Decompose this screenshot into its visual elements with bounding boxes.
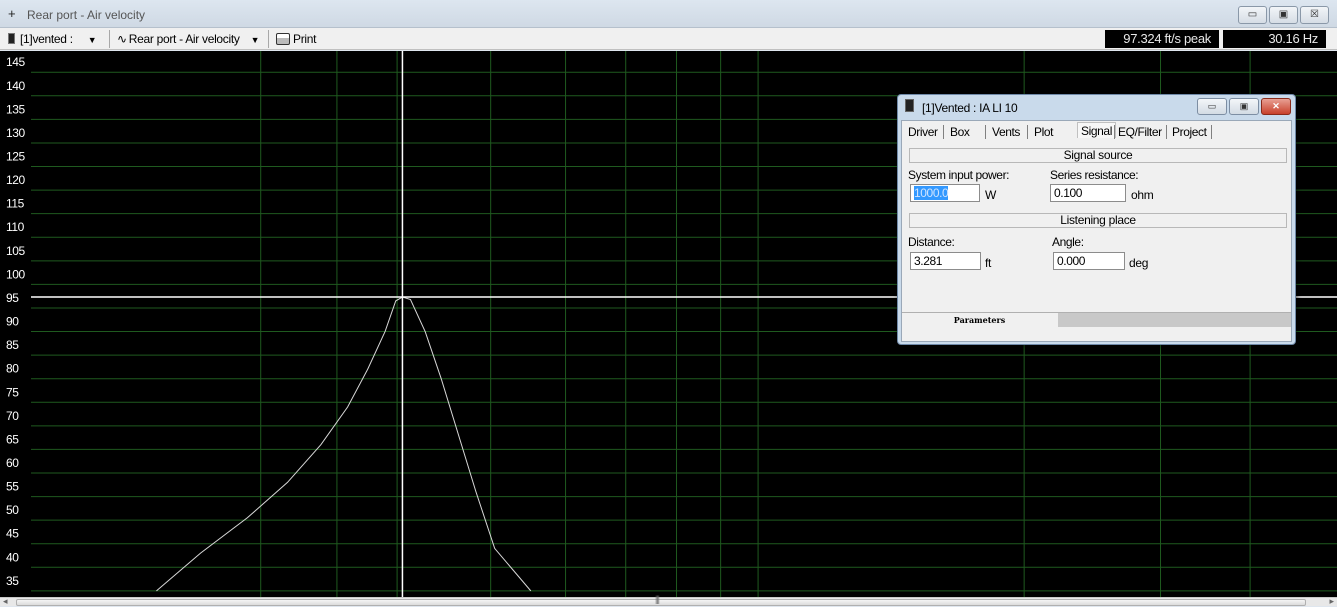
tab-driver[interactable]: Driver: [908, 124, 938, 140]
y-tick-label: 55: [6, 480, 19, 494]
dialog-window-controls: ▭ ▣ ✕: [1197, 98, 1291, 115]
y-tick-label: 75: [6, 385, 19, 399]
tab-plot[interactable]: Plot: [1034, 124, 1053, 140]
window-title: Rear port - Air velocity: [27, 8, 146, 22]
tab-project[interactable]: Project: [1172, 124, 1207, 140]
series-resistance-label: Series resistance:: [1050, 168, 1139, 182]
horizontal-scrollbar[interactable]: ◂ ||| ▸: [0, 594, 1337, 607]
power-unit: W: [985, 188, 997, 202]
tab-separator: [943, 125, 944, 139]
curve-selector-label: Rear port - Air velocity: [128, 32, 240, 46]
curve-selector[interactable]: ∿ Rear port - Air velocity ▼: [117, 31, 260, 47]
y-tick-label: 35: [6, 574, 19, 588]
y-tick-label: 70: [6, 409, 19, 423]
y-tick-label: 105: [6, 244, 26, 258]
angle-label: Angle:: [1052, 235, 1084, 249]
scroll-left-icon[interactable]: ◂: [3, 596, 8, 607]
air-velocity-curve: [156, 296, 532, 592]
frequency-readout: 30.16 Hz: [1223, 30, 1326, 48]
listening-place-header: Listening place: [909, 213, 1287, 228]
dialog-title: [1]Vented : IA LI 10: [922, 101, 1018, 115]
chevron-down-icon[interactable]: ▼: [251, 35, 260, 45]
y-tick-label: 100: [6, 267, 26, 281]
y-tick-label: 115: [6, 197, 25, 211]
y-tick-label: 140: [6, 79, 26, 93]
distance-label: Distance:: [908, 235, 955, 249]
tab-eq-filter[interactable]: EQ/Filter: [1118, 124, 1162, 140]
resistance-unit: ohm: [1131, 188, 1154, 202]
speaker-icon: [8, 33, 15, 44]
y-tick-label: 85: [6, 338, 19, 352]
tab-vents[interactable]: Vents: [992, 124, 1020, 140]
scroll-right-icon[interactable]: ▸: [1329, 596, 1334, 607]
project-selector-label: [1]vented :: [20, 32, 73, 46]
dialog-maximize-button[interactable]: ▣: [1229, 98, 1259, 115]
dialog-close-button[interactable]: ✕: [1261, 98, 1291, 115]
curve-wave-icon: ∿: [117, 32, 127, 46]
footer-blank-area: [1058, 313, 1291, 327]
print-button[interactable]: Print: [276, 31, 316, 47]
signal-source-header: Signal source: [909, 148, 1287, 163]
parameters-dialog: [1]Vented : IA LI 10 ▭ ▣ ✕ Driver Box Ve…: [897, 94, 1296, 345]
y-tick-label: 120: [6, 173, 26, 187]
y-tick-label: 95: [6, 291, 19, 305]
minimize-button[interactable]: ▭: [1238, 6, 1267, 24]
tab-box[interactable]: Box: [950, 124, 970, 140]
toolbar: [1]vented : ▼ ∿ Rear port - Air velocity …: [0, 28, 1337, 50]
project-selector[interactable]: [1]vented : ▼: [8, 31, 97, 47]
peak-readout: 97.324 ft/s peak: [1105, 30, 1219, 48]
tab-separator: [1114, 125, 1115, 139]
tab-signal[interactable]: Signal: [1077, 122, 1116, 138]
y-tick-label: 130: [6, 126, 26, 140]
y-tick-label: 110: [6, 220, 25, 234]
dialog-tabs: Driver Box Vents Plot Signal EQ/Filter P…: [902, 121, 1291, 141]
dialog-body: Driver Box Vents Plot Signal EQ/Filter P…: [901, 120, 1292, 342]
tab-separator: [985, 125, 986, 139]
distance-input[interactable]: 3.281: [910, 252, 981, 270]
window-controls: ▭ ▣ ☒: [1238, 6, 1329, 24]
tab-separator: [1027, 125, 1028, 139]
scrollbar-thumb[interactable]: [16, 599, 1306, 606]
y-tick-label: 65: [6, 432, 19, 446]
crosshair-app-icon: +: [8, 6, 16, 21]
y-tick-label: 145: [6, 55, 26, 69]
y-tick-label: 45: [6, 527, 19, 541]
chevron-down-icon[interactable]: ▼: [88, 35, 97, 45]
main-title-bar[interactable]: + Rear port - Air velocity ▭ ▣ ☒: [0, 0, 1337, 28]
y-tick-label: 125: [6, 150, 26, 164]
y-tick-label: 50: [6, 503, 19, 517]
y-tick-label: 80: [6, 362, 19, 376]
system-input-power-label: System input power:: [908, 168, 1010, 182]
printer-icon: [276, 33, 290, 45]
print-label: Print: [293, 32, 317, 46]
close-button[interactable]: ☒: [1300, 6, 1329, 24]
y-tick-label: 135: [6, 102, 26, 116]
maximize-button[interactable]: ▣: [1269, 6, 1298, 24]
angle-input[interactable]: 0.000: [1053, 252, 1125, 270]
angle-unit: deg: [1129, 256, 1149, 270]
toolbar-separator: [109, 30, 110, 48]
speaker-icon: [905, 99, 914, 112]
dialog-minimize-button[interactable]: ▭: [1197, 98, 1227, 115]
system-input-power-input[interactable]: 1000.0: [910, 184, 980, 202]
tab-parameters[interactable]: Parameters: [902, 313, 1057, 327]
scrollbar-grip-icon: |||: [655, 594, 660, 604]
y-tick-label: 60: [6, 456, 19, 470]
tab-separator: [1166, 125, 1167, 139]
system-input-power-value: 1000.0: [914, 186, 949, 200]
y-tick-label: 40: [6, 550, 19, 564]
toolbar-separator: [268, 30, 269, 48]
series-resistance-input[interactable]: 0.100: [1050, 184, 1126, 202]
distance-unit: ft: [985, 256, 992, 270]
tab-separator: [1211, 125, 1212, 139]
y-tick-label: 90: [6, 315, 19, 329]
dialog-footer: Parameters: [902, 312, 1291, 327]
